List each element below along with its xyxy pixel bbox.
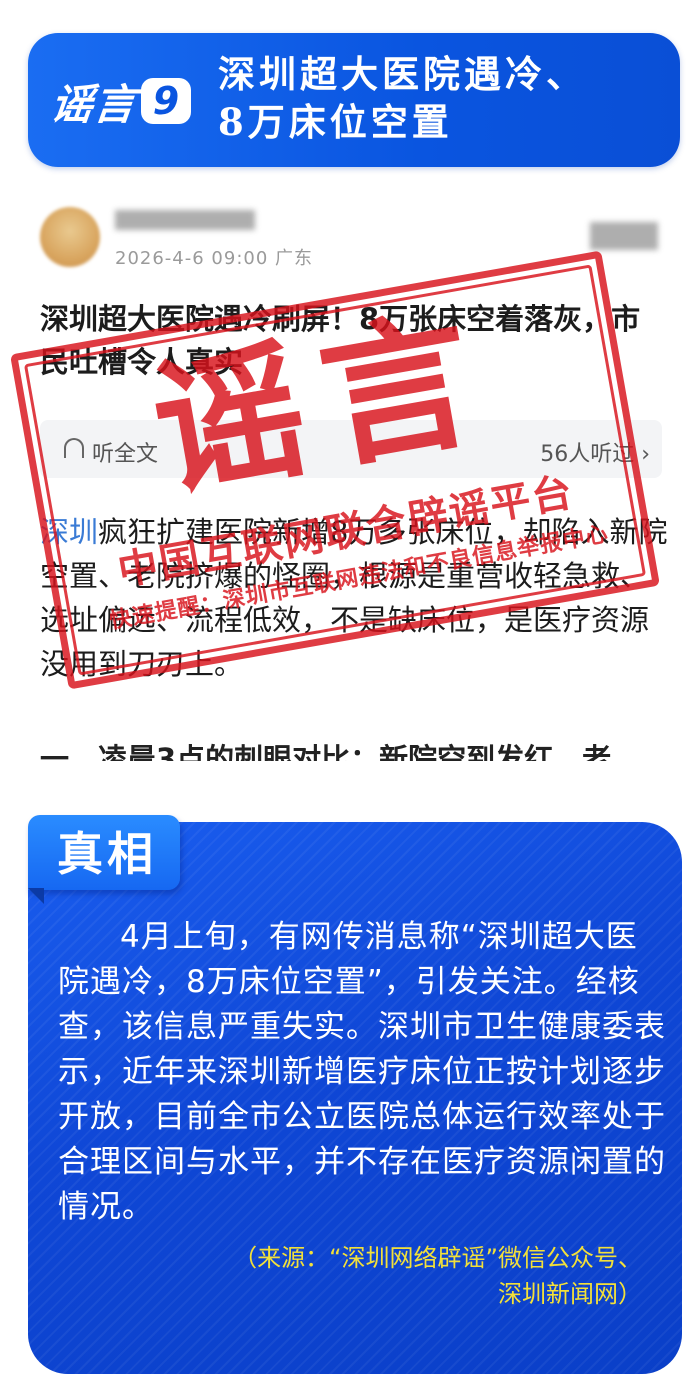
banner-title-line1: 深圳超大医院遇冷、 bbox=[218, 52, 587, 96]
banner-title-line2: 8万床位空置 bbox=[218, 100, 453, 144]
post-cut-line: 一、凌晨3点的刺眼对比：新院空到发红，老 bbox=[40, 742, 612, 761]
rumor-label: 谣言 9 bbox=[48, 72, 192, 130]
banner-title: 深圳超大医院遇冷、 8万床位空置 bbox=[218, 50, 658, 146]
blurred-username bbox=[115, 210, 255, 230]
truth-source: （来源：“深圳网络辟谣”微信公众号、 深圳新闻网） bbox=[60, 1240, 642, 1312]
post-meta: 2026-4-6 09:00 广东 bbox=[115, 248, 314, 269]
rumor-number-badge: 9 bbox=[141, 78, 192, 124]
truth-title: 真相 bbox=[57, 827, 157, 881]
blurred-avatar bbox=[40, 207, 100, 267]
truth-source-line1: （来源：“深圳网络辟谣”微信公众号、 bbox=[233, 1244, 642, 1272]
blurred-follow-button bbox=[590, 222, 658, 250]
truth-body: 4月上旬，有网传消息称“深圳超大医院遇冷，8万床位空置”，引发关注。经核查，该信… bbox=[58, 919, 666, 1225]
rumor-label-text: 谣言 bbox=[48, 79, 140, 129]
truth-source-line2: 深圳新闻网） bbox=[498, 1280, 642, 1308]
truth-tab-fold bbox=[28, 888, 44, 904]
